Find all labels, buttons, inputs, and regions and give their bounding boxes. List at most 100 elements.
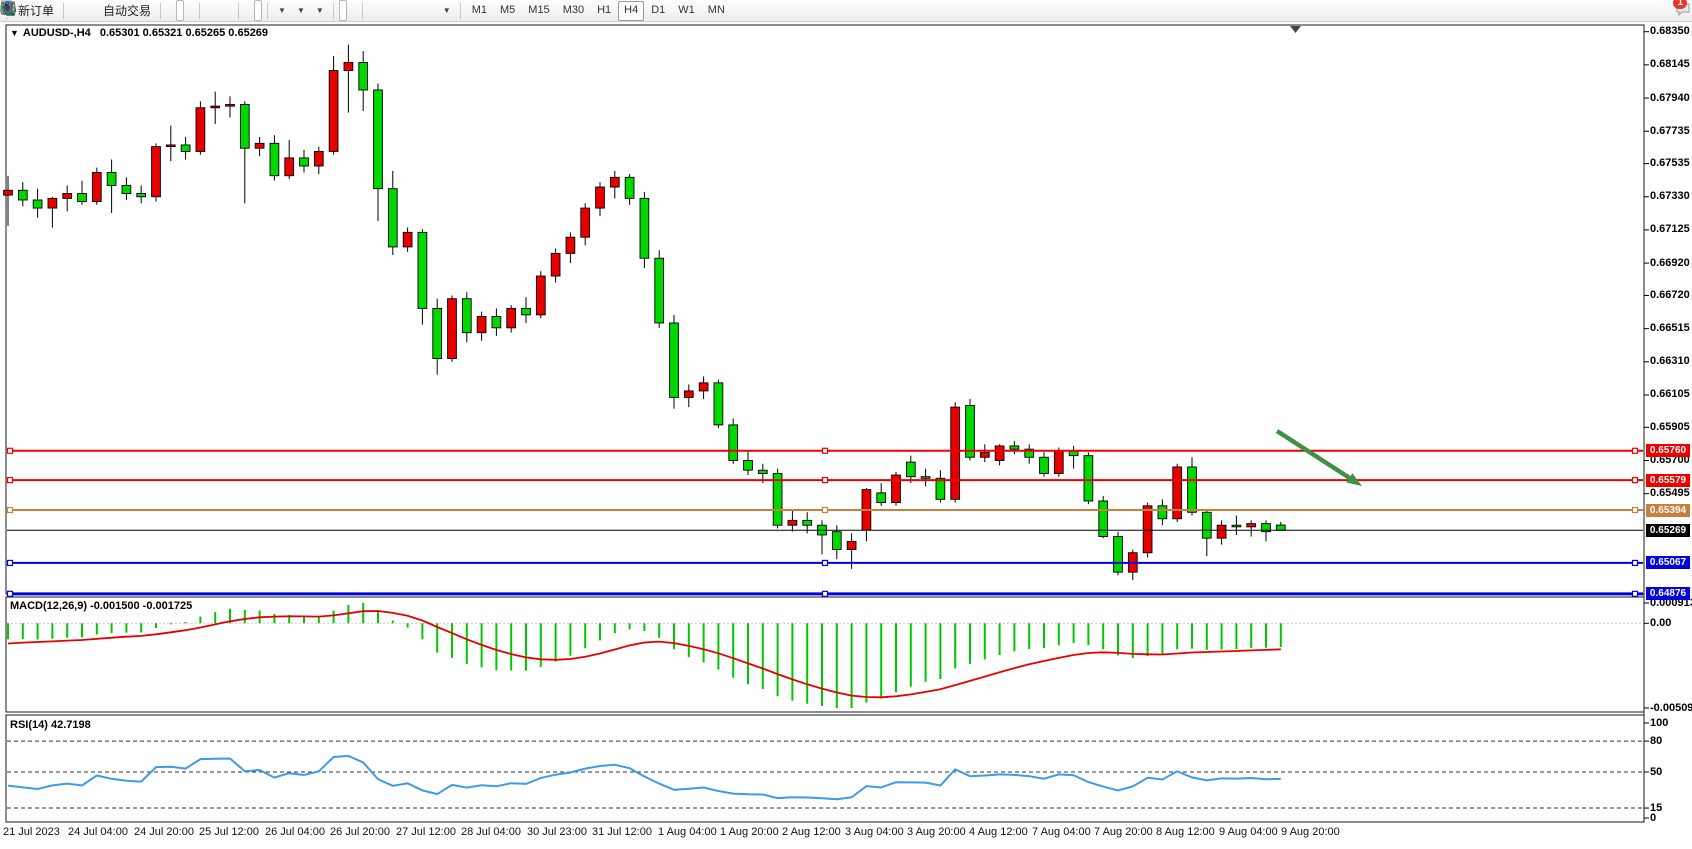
tile-windows-button[interactable]	[225, 0, 233, 21]
candle-body	[995, 446, 1004, 461]
candle-body	[1276, 525, 1285, 530]
timeframe-button-m30[interactable]: M30	[557, 1, 590, 21]
notifications-button[interactable]: 1	[1674, 0, 1682, 21]
candle-body	[788, 520, 797, 525]
candle-body	[48, 198, 57, 208]
time-label: 1 Aug 04:00	[658, 826, 717, 838]
candle-body	[1247, 524, 1256, 527]
price-tag-0.65760: 0.65760	[1646, 444, 1690, 457]
auto-scroll-button[interactable]	[244, 0, 252, 21]
line-handle[interactable]	[823, 591, 828, 596]
timeframe-button-h4[interactable]: H4	[618, 1, 644, 21]
line-handle[interactable]	[823, 478, 828, 483]
candle-body	[1202, 512, 1211, 538]
candle-body	[344, 62, 353, 70]
candle-body	[610, 177, 619, 187]
chart-shift-button[interactable]	[254, 0, 262, 21]
templates-button[interactable]: ▼	[311, 0, 328, 21]
search-button[interactable]	[1664, 0, 1672, 21]
search-icon	[0, 0, 17, 17]
fibonacci-tool-button[interactable]: F	[408, 0, 416, 21]
candle-body	[255, 143, 264, 148]
timeframe-button-w1[interactable]: W1	[672, 1, 701, 21]
line-handle[interactable]	[8, 448, 13, 453]
candle-body	[507, 308, 516, 327]
line-handle[interactable]	[8, 591, 13, 596]
timeframe-button-m1[interactable]: M1	[466, 1, 493, 21]
auto-trading-button[interactable]: 自动交易	[99, 0, 155, 21]
candle-body	[492, 316, 501, 327]
timeframe-button-mn[interactable]: MN	[702, 1, 731, 21]
line-handle[interactable]	[823, 448, 828, 453]
rsi-indicator-label: RSI(14) 42.7198	[10, 719, 91, 731]
bar-chart-button[interactable]	[166, 0, 174, 21]
chart-ohlc-header: ▼AUDUSD-,H4 0.65301 0.65321 0.65265 0.65…	[10, 27, 268, 39]
periods-button[interactable]: ▼	[292, 0, 309, 21]
zoom-out-button[interactable]	[215, 0, 223, 21]
separator	[238, 3, 239, 19]
arrows-tool-button[interactable]: ▼	[438, 0, 455, 21]
candle-body	[107, 172, 116, 185]
signals-button[interactable]	[89, 0, 97, 21]
candle-body	[137, 194, 146, 197]
text-tool-button[interactable]: A	[418, 0, 426, 21]
trendline-tool-button[interactable]	[388, 0, 396, 21]
price-tick-label-0.65495: 0.65495	[1650, 487, 1690, 499]
line-chart-button[interactable]	[186, 0, 194, 21]
timeframe-button-m15[interactable]: M15	[522, 1, 555, 21]
new-order-button[interactable]: 新订单	[14, 0, 58, 21]
timeframe-button-d1[interactable]: D1	[645, 1, 671, 21]
line-handle[interactable]	[823, 508, 828, 513]
candle-body	[1010, 446, 1019, 449]
timeframe-button-h1[interactable]: H1	[591, 1, 617, 21]
crosshair-tool-button[interactable]	[349, 0, 357, 21]
line-handle[interactable]	[1633, 560, 1638, 565]
candle-body	[418, 232, 427, 308]
line-handle[interactable]	[1633, 591, 1638, 596]
styler-button[interactable]	[69, 0, 77, 21]
time-label: 26 Jul 04:00	[265, 826, 325, 838]
macd-pane[interactable]	[6, 597, 1644, 712]
candle-body	[566, 237, 575, 253]
horizontal-line-tool-button[interactable]	[378, 0, 386, 21]
line-handle[interactable]	[823, 560, 828, 565]
cursor-tool-button[interactable]	[339, 0, 347, 21]
line-handle[interactable]	[1633, 448, 1638, 453]
community-button[interactable]	[79, 0, 87, 21]
candle-body	[670, 323, 679, 397]
price-tick-label-0.67330: 0.67330	[1650, 190, 1690, 202]
candle-body	[803, 520, 812, 525]
candle-body	[966, 405, 975, 457]
line-handle[interactable]	[8, 560, 13, 565]
candle-body	[166, 145, 175, 147]
line-handle[interactable]	[8, 508, 13, 513]
time-label: 3 Aug 04:00	[845, 826, 904, 838]
rsi-pane[interactable]	[6, 715, 1644, 822]
price-tick-label-0.67535: 0.67535	[1650, 157, 1690, 169]
candle-body	[359, 62, 368, 90]
line-handle[interactable]	[1633, 478, 1638, 483]
candle-body	[877, 493, 886, 503]
candle-body	[477, 316, 486, 332]
candle-body	[403, 232, 412, 247]
label-tool-button[interactable]: T	[428, 0, 436, 21]
candle-body	[1040, 457, 1049, 473]
candlestick-chart-button[interactable]	[176, 0, 184, 21]
channel-tool-button[interactable]: E	[398, 0, 406, 21]
candle-body	[1099, 501, 1108, 537]
zoom-in-button[interactable]	[205, 0, 213, 21]
chart-canvas[interactable]	[0, 0, 1692, 849]
time-label: 25 Jul 12:00	[199, 826, 259, 838]
time-label: 30 Jul 23:00	[527, 826, 587, 838]
line-handle[interactable]	[8, 478, 13, 483]
line-handle[interactable]	[1633, 508, 1638, 513]
time-label: 21 Jul 2023	[3, 826, 60, 838]
price-tick-label-0.68350: 0.68350	[1650, 25, 1690, 37]
indicators-button[interactable]: ▼	[273, 0, 290, 21]
rsi-scale-label: 80	[1650, 735, 1662, 747]
candle-body	[684, 391, 693, 397]
time-label: 26 Jul 20:00	[330, 826, 390, 838]
vertical-line-tool-button[interactable]	[368, 0, 376, 21]
timeframe-button-m5[interactable]: M5	[494, 1, 521, 21]
collapse-triangle-icon[interactable]: ▼	[10, 28, 19, 38]
